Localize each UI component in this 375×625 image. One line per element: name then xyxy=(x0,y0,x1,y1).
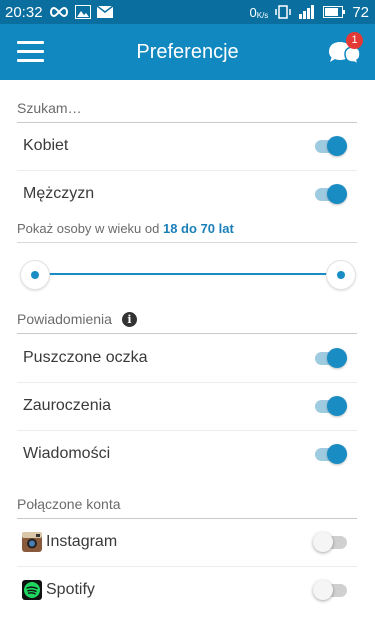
row-label: Zauroczenia xyxy=(23,397,112,414)
age-range-value: 18 do 70 lat xyxy=(162,221,234,236)
status-bar: 20:32 0 K/s 72 xyxy=(0,0,375,24)
toggle-spotify[interactable] xyxy=(313,579,349,601)
status-time: 20:32 xyxy=(5,3,43,21)
row-label: Wiadomości xyxy=(23,445,111,462)
row-label: Puszczone oczka xyxy=(23,349,148,366)
battery-level: 72 xyxy=(352,3,369,21)
slider-max-handle[interactable] xyxy=(326,260,356,290)
toggle-men[interactable] xyxy=(313,183,349,205)
image-icon xyxy=(74,5,91,19)
toggle-winks[interactable] xyxy=(313,347,349,369)
row-women: Kobiet xyxy=(17,122,357,171)
slider-min-handle[interactable] xyxy=(20,260,50,290)
row-instagram: Instagram xyxy=(17,518,357,567)
row-men: Mężczyzn xyxy=(17,170,357,218)
age-range-label: Pokaż osoby w wieku od 18 do 70 lat xyxy=(17,221,357,243)
toggle-messages[interactable] xyxy=(313,443,349,465)
toggle-crushes[interactable] xyxy=(313,395,349,417)
signal-icon xyxy=(298,5,316,19)
page-title: Preferencje xyxy=(136,40,239,63)
instagram-icon xyxy=(22,532,42,552)
row-messages: Wiadomości xyxy=(17,430,357,478)
app-bar: Preferencje 1 xyxy=(0,24,375,80)
row-spotify: Spotify xyxy=(17,566,357,614)
row-label: Mężczyzn xyxy=(23,185,95,202)
section-header-notifications: Powiadomienia i xyxy=(17,311,357,334)
row-winks: Puszczone oczka xyxy=(17,334,357,383)
vibrate-icon xyxy=(275,5,292,19)
infinity-icon xyxy=(49,6,69,18)
mail-icon xyxy=(96,6,113,18)
battery-icon xyxy=(323,6,346,18)
row-crushes: Zauroczenia xyxy=(17,382,357,431)
data-rate: 0 K/s xyxy=(249,4,269,20)
account-label: Instagram xyxy=(46,533,118,550)
chat-button[interactable]: 1 xyxy=(325,32,363,70)
menu-icon[interactable] xyxy=(17,41,44,63)
section-header-search: Szukam… xyxy=(17,100,357,123)
section-header-accounts: Połączone konta xyxy=(17,496,357,519)
age-range-slider[interactable] xyxy=(20,259,356,290)
row-label: Kobiet xyxy=(23,137,69,154)
spotify-icon xyxy=(22,580,42,600)
notification-badge: 1 xyxy=(346,32,363,49)
account-label: Spotify xyxy=(46,581,95,598)
toggle-instagram[interactable] xyxy=(313,531,349,553)
slider-rail xyxy=(34,273,342,275)
info-icon[interactable]: i xyxy=(121,311,137,327)
toggle-women[interactable] xyxy=(313,135,349,157)
